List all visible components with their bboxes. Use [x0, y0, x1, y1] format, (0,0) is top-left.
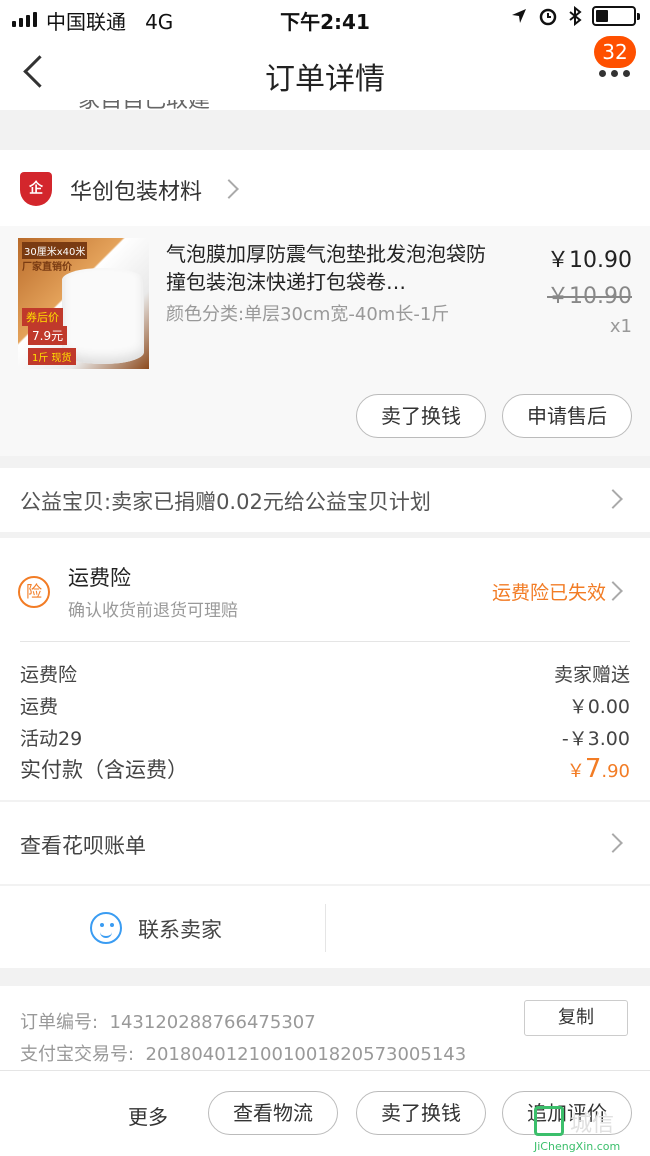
insurance-status: 运费险已失效 [491, 582, 606, 604]
huabei-bill-label: 查看花呗账单 [20, 834, 146, 858]
charity-row[interactable]: 公益宝贝:卖家已捐赠0.02元给公益宝贝计划 [0, 468, 650, 532]
chevron-right-icon [219, 179, 239, 199]
fee-value: 卖家赠送 [553, 664, 630, 686]
product-quantity: x1 [609, 316, 632, 337]
sell-for-cash-button[interactable]: 卖了换钱 [356, 394, 486, 438]
product-title[interactable]: 气泡膜加厚防震气泡垫批发泡泡袋防撞包装泡沫快递打包袋卷… [166, 240, 496, 296]
alarm-icon [539, 8, 557, 26]
contact-row: 联系卖家 [0, 886, 650, 968]
product-original-price: ￥10.90 [547, 284, 632, 309]
more-dots-icon[interactable] [599, 70, 630, 77]
fee-label: 运费 [20, 696, 59, 718]
product-sku: 颜色分类:单层30cm宽-40m长-1斤 [166, 304, 450, 325]
bluetooth-icon [569, 6, 582, 26]
shop-row[interactable]: 企 华创包装材料 [0, 150, 650, 226]
huabei-bill-row[interactable]: 查看花呗账单 [0, 802, 650, 884]
battery-icon [592, 6, 640, 26]
insurance-icon: 险 [18, 576, 50, 608]
copy-button[interactable]: 复制 [524, 1000, 628, 1036]
product-price: ￥10.90 [547, 248, 632, 273]
insurance-subtitle: 确认收货前退货可理赔 [68, 601, 238, 621]
order-item[interactable]: 30厘米x40米 厂家直销价 券后价 7.9元 1斤 现货 气泡膜加厚防震气泡垫… [0, 226, 650, 456]
contact-seller-button[interactable]: 联系卖家 [138, 914, 222, 944]
chat-smile-icon[interactable] [90, 912, 122, 944]
fee-label: 运费险 [20, 664, 78, 686]
watermark: 城信 JiChengXin.com [534, 1104, 650, 1156]
chevron-right-icon [603, 581, 623, 601]
page-title: 订单详情 [265, 62, 385, 97]
fee-value: ￥0.00 [568, 696, 630, 718]
fee-summary: 运费险 卖家赠送 运费 ￥0.00 活动29 -￥3.00 实付款（含运费） ￥… [0, 642, 650, 800]
message-badge[interactable]: 32 [594, 36, 636, 68]
total-amount: ￥7.90 [566, 754, 630, 784]
shop-name: 华创包装材料 [70, 180, 203, 205]
order-number: 订单编号: 143120288766475307 [20, 1012, 316, 1033]
charity-text: 公益宝贝:卖家已捐赠0.02元给公益宝贝计划 [20, 490, 431, 514]
insurance-title: 运费险 [68, 566, 131, 590]
cut-off-text: 家自自己取建 [78, 100, 228, 110]
alipay-trade-number: 支付宝交易号: 2018040121001001820573005143 [20, 1044, 467, 1065]
watermark-logo-icon [534, 1106, 564, 1136]
fee-value: -￥3.00 [561, 728, 630, 750]
total-label: 实付款（含运费） [20, 758, 188, 782]
sell-for-cash-button[interactable]: 卖了换钱 [356, 1091, 486, 1135]
chevron-right-icon [603, 489, 623, 509]
more-button[interactable]: 更多 [128, 1101, 168, 1130]
product-thumbnail[interactable]: 30厘米x40米 厂家直销价 券后价 7.9元 1斤 现货 [18, 238, 149, 369]
location-arrow-icon [512, 9, 526, 23]
divider [325, 904, 326, 952]
nav-bar: 订单详情 32 [0, 36, 650, 110]
fee-label: 活动29 [20, 728, 83, 750]
order-info: 订单编号: 143120288766475307 支付宝交易号: 2018040… [0, 986, 650, 1070]
chevron-right-icon [603, 833, 623, 853]
shipping-insurance-row[interactable]: 险 运费险 确认收货前退货可理赔 运费险已失效 [0, 538, 650, 642]
view-logistics-button[interactable]: 查看物流 [208, 1091, 338, 1135]
shop-logo-icon: 企 [20, 172, 52, 206]
apply-after-sales-button[interactable]: 申请售后 [502, 394, 632, 438]
status-bar: 中国联通 4G 下午2:41 [0, 0, 650, 36]
